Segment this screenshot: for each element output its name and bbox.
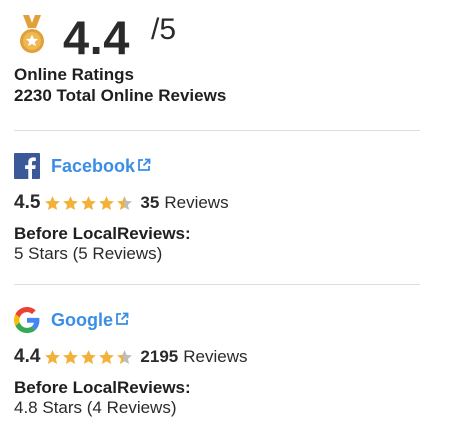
facebook-rating-value: 4.5 — [14, 192, 41, 213]
star-icon — [99, 195, 115, 210]
medal-icon — [20, 15, 44, 53]
star-icon — [117, 195, 133, 210]
facebook-rating-row: 4.5 35 Reviews — [14, 190, 434, 216]
source-google: Google 4.4 2195 Reviews Before LocalRevi… — [14, 285, 434, 418]
overall-rating-value: 4.4 — [63, 11, 130, 64]
star-icon — [81, 349, 97, 364]
star-icon — [63, 195, 79, 210]
google-rating-row: 4.4 2195 Reviews — [14, 344, 434, 370]
facebook-link[interactable]: Facebook — [51, 156, 135, 177]
google-review-count: 2195 — [140, 347, 179, 366]
star-icon — [45, 195, 61, 210]
online-ratings-label: Online Ratings — [14, 65, 134, 84]
reviews-word: Reviews — [164, 193, 229, 212]
source-facebook: Facebook 4.5 35 Reviews Before LocalRevi… — [14, 131, 434, 264]
source-header: Google — [14, 305, 434, 335]
ratings-widget: 4.4 /5 Online Ratings 2230 Total Online … — [14, 0, 434, 418]
overall-rating-header: 4.4 /5 — [14, 0, 434, 64]
star-rating — [44, 195, 134, 212]
overall-rating-max: /5 — [151, 13, 177, 46]
total-reviews-label: 2230 Total Online Reviews — [14, 86, 227, 105]
external-link-icon[interactable] — [137, 158, 151, 172]
google-link[interactable]: Google — [51, 310, 113, 331]
facebook-logo-icon — [14, 153, 40, 179]
before-localreviews-value: 5 Stars (5 Reviews) — [14, 244, 163, 263]
before-localreviews-label: Before LocalReviews: — [14, 224, 191, 243]
star-icon — [63, 349, 79, 364]
external-link-icon[interactable] — [115, 312, 129, 326]
reviews-word: Reviews — [183, 347, 248, 366]
google-rating-value: 4.4 — [14, 346, 41, 367]
source-header: Facebook — [14, 151, 434, 181]
star-rating — [44, 349, 134, 366]
star-icon — [117, 349, 133, 364]
facebook-review-count: 35 — [140, 193, 160, 212]
star-icon — [81, 195, 97, 210]
google-logo-icon — [14, 307, 40, 333]
before-localreviews-label: Before LocalReviews: — [14, 378, 191, 397]
star-icon — [99, 349, 115, 364]
before-localreviews-value: 4.8 Stars (4 Reviews) — [14, 398, 177, 417]
star-icon — [45, 349, 61, 364]
